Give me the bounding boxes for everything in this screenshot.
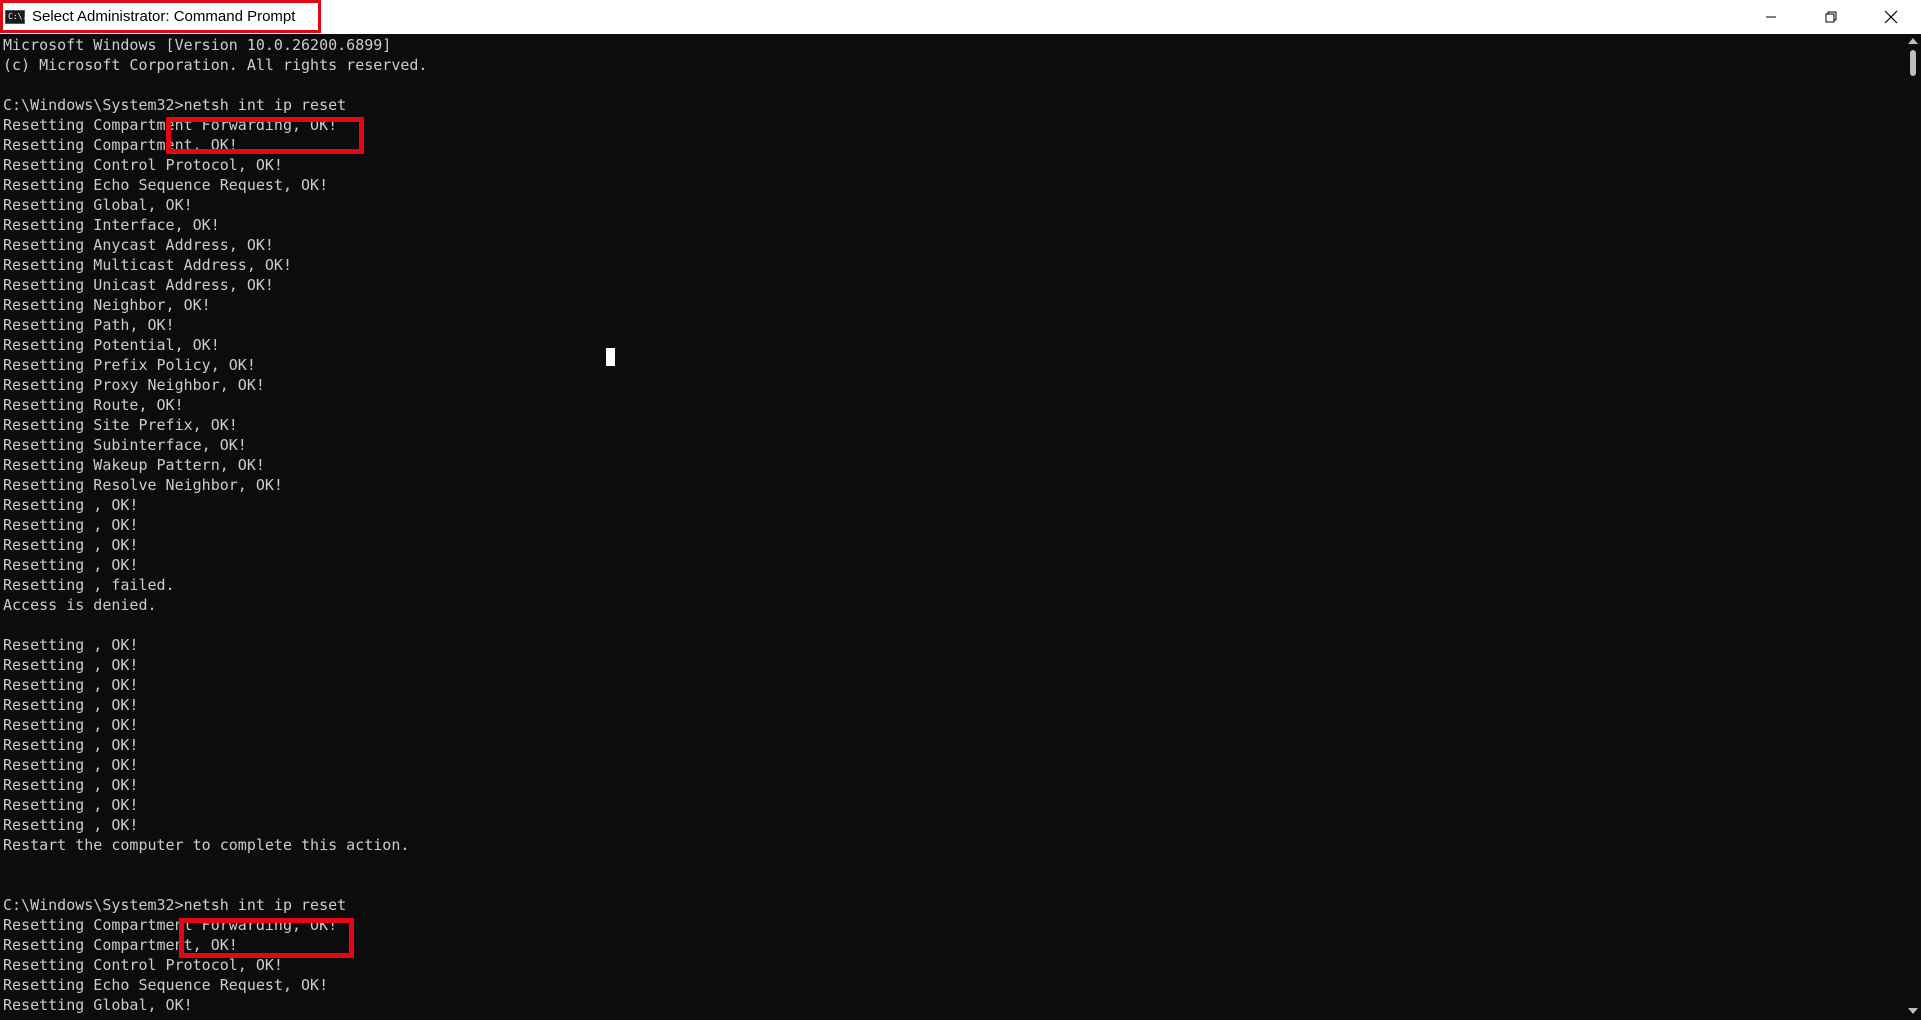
text-cursor (606, 348, 615, 366)
restore-button[interactable] (1801, 0, 1861, 34)
vertical-scrollbar[interactable] (1905, 34, 1921, 1020)
close-icon (1884, 10, 1898, 24)
command-highlight-box (179, 918, 354, 958)
close-button[interactable] (1861, 0, 1921, 34)
scroll-thumb[interactable] (1910, 50, 1916, 76)
title-bar[interactable]: C:\. Select Administrator: Command Promp… (0, 0, 1921, 34)
scroll-down-arrow-icon[interactable] (1908, 1008, 1918, 1014)
console-area[interactable]: Microsoft Windows [Version 10.0.26200.68… (0, 34, 1905, 1020)
title-highlight-box (0, 0, 321, 33)
minimize-button[interactable] (1741, 0, 1801, 34)
command-highlight-box (166, 117, 364, 154)
scroll-up-arrow-icon[interactable] (1908, 38, 1918, 44)
console-output[interactable]: Microsoft Windows [Version 10.0.26200.68… (3, 35, 427, 1015)
restore-icon (1825, 11, 1837, 23)
minimize-icon (1766, 16, 1776, 18)
